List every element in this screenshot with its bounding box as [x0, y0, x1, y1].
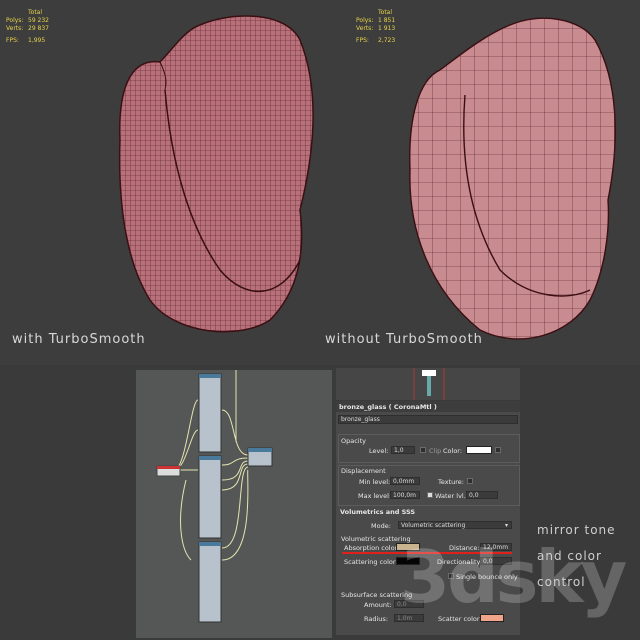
caption-with-turbosmooth: with TurboSmooth: [12, 332, 146, 347]
mode-value: Volumetric scattering: [401, 522, 466, 529]
mesh-base: [409, 17, 616, 340]
max-level-spinner[interactable]: 100,0m: [390, 491, 420, 499]
mode-dropdown[interactable]: Volumetric scattering ▾: [398, 521, 512, 529]
opacity-map-button[interactable]: [495, 447, 501, 453]
radius-label: Radius:: [364, 615, 388, 623]
texture-map-button[interactable]: [467, 478, 473, 484]
side-text-line-2: and color: [537, 549, 602, 563]
opacity-level-label: Level:: [369, 447, 389, 455]
material-header-label: bronze_glass ( CoronaMtl ): [339, 403, 437, 411]
absorption-color-label: Absorption color:: [344, 544, 400, 552]
opacity-section: Opacity Level: 1,0 Clip Color:: [338, 434, 520, 463]
min-level-spinner[interactable]: 0,0mm: [390, 477, 420, 485]
slate-node-editor[interactable]: [136, 370, 332, 638]
viewport-turbosmooth[interactable]: Total Polys: 59 232 Verts: 29 837 FPS: 1,99…: [0, 0, 320, 365]
water-level-label: Water lvl.:: [435, 492, 468, 500]
clip-checkbox[interactable]: [420, 447, 426, 453]
material-preview-panel[interactable]: [336, 368, 520, 400]
texture-label: Texture:: [438, 478, 464, 486]
material-header: bronze_glass ( CoronaMtl ): [336, 401, 520, 412]
water-level-spinner[interactable]: 0,0: [466, 491, 498, 499]
mesh-turbosmooth: [118, 15, 314, 333]
side-text-line-1: mirror tone: [537, 523, 616, 537]
amount-label: Amount:: [364, 601, 392, 609]
opacity-title: Opacity: [341, 437, 367, 445]
min-level-label: Min level:: [359, 478, 391, 486]
caption-without-turbosmooth: without TurboSmooth: [325, 332, 483, 347]
displacement-section: Displacement Min level: 0,0mm Texture: M…: [338, 465, 520, 506]
opacity-level-spinner[interactable]: 1,0: [391, 446, 415, 454]
chevron-down-icon: ▾: [504, 522, 508, 529]
node-graph: [156, 370, 273, 623]
watermark: 3dsky: [400, 535, 627, 619]
viewport-no-turbosmooth[interactable]: Total Polys: 1 851 Verts: 1 913 FPS: 2,723 …: [320, 0, 640, 365]
opacity-color-swatch[interactable]: [466, 446, 492, 454]
material-name-field[interactable]: bronze_glass: [338, 415, 518, 424]
clip-label: Clip: [429, 447, 442, 455]
water-level-checkbox[interactable]: [427, 492, 433, 498]
opacity-color-label: Color:: [443, 447, 463, 455]
mode-label: Mode:: [371, 522, 391, 530]
max-level-label: Max level:: [358, 492, 392, 500]
displacement-title: Displacement: [341, 467, 386, 475]
volumetrics-title[interactable]: Volumetrics and SSS: [340, 508, 415, 516]
side-text-line-3: control: [537, 575, 586, 589]
scattering-color-label: Scattering color:: [344, 558, 398, 566]
preview-marker: [413, 368, 445, 400]
